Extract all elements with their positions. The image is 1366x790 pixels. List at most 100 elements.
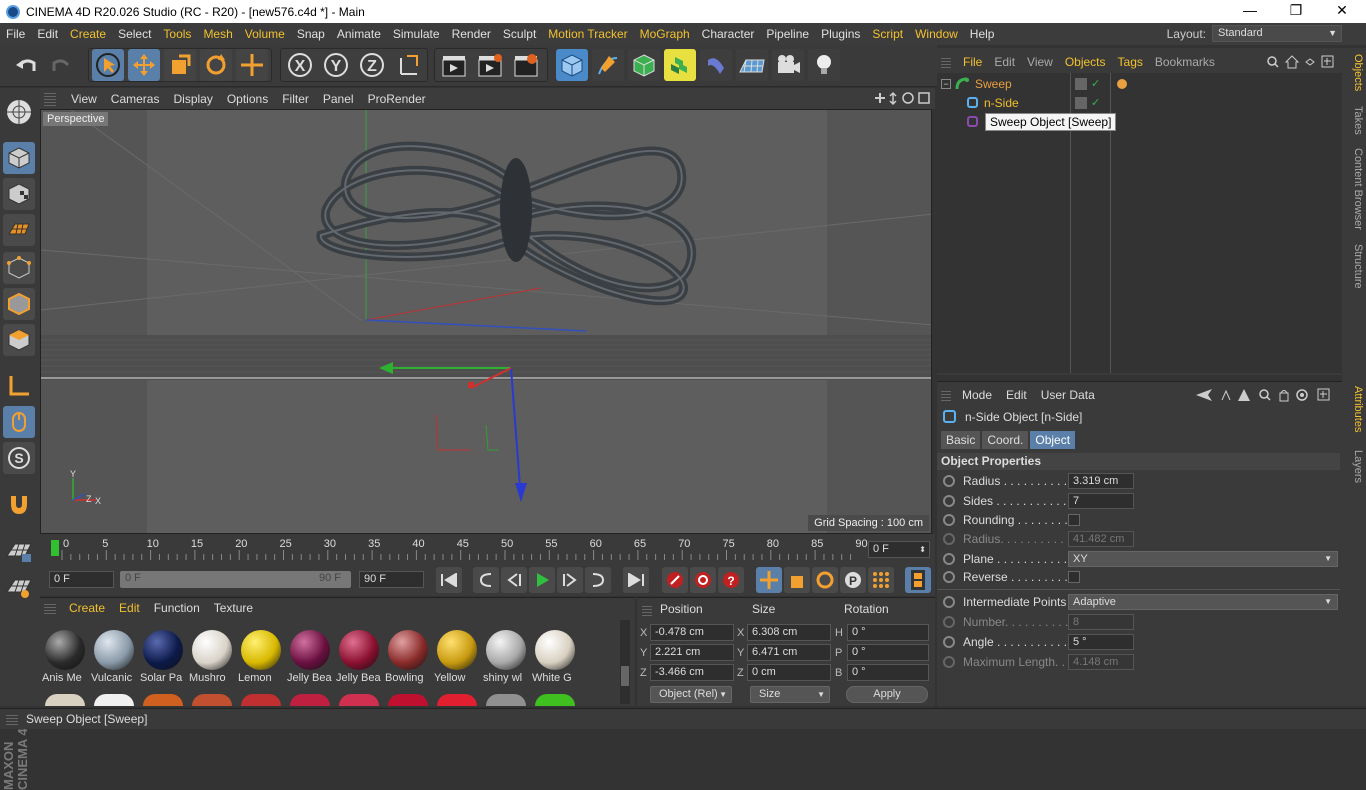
obj-menu-tags[interactable]: Tags [1112, 55, 1149, 69]
scale-tool-button[interactable] [164, 49, 196, 81]
material-swatch[interactable]: Yellow [434, 630, 480, 688]
size-y-field[interactable]: 6.471 cm [747, 644, 831, 661]
attr-menu-user-data[interactable]: User Data [1034, 388, 1102, 402]
material-preview-ball[interactable] [437, 694, 477, 706]
material-preview-ball[interactable] [241, 694, 281, 706]
tab-content-browser[interactable]: Content Browser [1344, 148, 1364, 230]
reverse-checkbox[interactable] [1068, 571, 1080, 583]
menu-character[interactable]: Character [696, 27, 761, 41]
obj-menu-edit[interactable]: Edit [988, 55, 1021, 69]
animate-radio-icon[interactable] [943, 636, 955, 648]
floor-object-button[interactable] [736, 49, 768, 81]
cube-primitive-button[interactable] [556, 49, 588, 81]
material-preview-ball[interactable] [290, 694, 330, 706]
obj-menu-objects[interactable]: Objects [1059, 55, 1112, 69]
vp-menu-filter[interactable]: Filter [275, 92, 316, 106]
scrollbar-thumb[interactable] [621, 666, 629, 686]
visibility-editor-icon[interactable] [1075, 96, 1087, 109]
preview-range-slider[interactable]: 0 F 90 F [120, 571, 351, 588]
angle-field[interactable]: 5 ° [1068, 634, 1134, 650]
previous-frame-button[interactable] [501, 567, 527, 593]
tab-objects[interactable]: Objects [1344, 54, 1364, 91]
last-tool-button[interactable] [236, 49, 268, 81]
animate-radio-icon[interactable] [943, 475, 955, 487]
animate-radio-icon[interactable] [943, 495, 955, 507]
apply-button[interactable]: Apply [846, 686, 928, 703]
restore-button[interactable]: ❐ [1273, 0, 1319, 23]
material-preview-ball[interactable] [192, 694, 232, 706]
tab-attributes[interactable]: Attributes [1344, 386, 1364, 432]
tab-takes[interactable]: Takes [1344, 106, 1364, 135]
material-preview-ball[interactable] [143, 694, 183, 706]
previous-key-button[interactable] [473, 567, 499, 593]
animate-radio-icon[interactable] [943, 596, 955, 608]
obj-menu-view[interactable]: View [1021, 55, 1059, 69]
points-mode-button[interactable] [3, 252, 35, 284]
render-to-picture-viewer-button[interactable] [474, 49, 506, 81]
rot-h-field[interactable]: 0 ° [847, 624, 929, 641]
object-row-nside[interactable]: n-Side ✓ [937, 93, 1342, 112]
key-pla-button[interactable] [868, 567, 894, 593]
expand-toggle-icon[interactable]: − [941, 78, 951, 89]
mat-menu-texture[interactable]: Texture [207, 601, 260, 615]
menu-help[interactable]: Help [964, 27, 1001, 41]
menu-snap[interactable]: Snap [291, 27, 331, 41]
autokeying-button[interactable] [690, 567, 716, 593]
tab-layers[interactable]: Layers [1344, 450, 1364, 483]
menu-create[interactable]: Create [64, 27, 112, 41]
material-swatch[interactable]: Jelly Bea [336, 630, 382, 688]
perspective-viewport[interactable]: Y Z X Perspective Grid Spacing : 100 cm [40, 109, 932, 534]
material-preview-ball[interactable] [94, 694, 134, 706]
rounding-checkbox[interactable] [1068, 514, 1080, 526]
move-tool-button[interactable] [128, 49, 160, 81]
pos-y-field[interactable]: 2.221 cm [650, 644, 734, 661]
attr-menu-edit[interactable]: Edit [999, 388, 1034, 402]
y-axis-lock-button[interactable]: Y [320, 49, 352, 81]
material-preview-ball[interactable] [486, 694, 526, 706]
material-swatch[interactable]: Solar Pa [140, 630, 186, 688]
size-z-field[interactable]: 0 cm [747, 664, 831, 681]
menu-simulate[interactable]: Simulate [387, 27, 446, 41]
rot-p-field[interactable]: 0 ° [847, 644, 929, 661]
timeline-window-button[interactable] [905, 567, 931, 593]
menu-mesh[interactable]: Mesh [197, 27, 238, 41]
viewport-nav-icons[interactable] [871, 91, 931, 106]
cloner-button[interactable] [664, 49, 696, 81]
next-frame-button[interactable] [557, 567, 583, 593]
material-swatch[interactable]: Jelly Bea [287, 630, 333, 688]
phong-tag-icon[interactable] [1117, 78, 1127, 89]
minimize-button[interactable]: — [1227, 0, 1273, 23]
menu-render[interactable]: Render [446, 27, 497, 41]
menu-select[interactable]: Select [112, 27, 157, 41]
go-to-start-button[interactable] [436, 567, 462, 593]
vp-menu-view[interactable]: View [64, 92, 104, 106]
pen-spline-button[interactable] [592, 49, 624, 81]
menu-file[interactable]: File [0, 27, 31, 41]
object-row-sweep[interactable]: − Sweep ✓ [937, 74, 1342, 93]
material-preview-ball[interactable] [45, 694, 85, 706]
mat-menu-create[interactable]: Create [62, 601, 112, 615]
axis-mode-button[interactable] [3, 370, 35, 402]
camera-object-button[interactable] [772, 49, 804, 81]
visibility-editor-icon[interactable] [1075, 77, 1087, 90]
min-time-field[interactable]: 0 F [49, 571, 114, 588]
current-frame-field[interactable]: 0 F ⬍ [868, 541, 930, 558]
z-axis-lock-button[interactable]: Z [356, 49, 388, 81]
pos-x-field[interactable]: -0.478 cm [650, 624, 734, 641]
object-name-sweep[interactable]: Sweep [975, 77, 1012, 91]
x-axis-lock-button[interactable]: X [284, 49, 316, 81]
animate-radio-icon[interactable] [943, 553, 955, 565]
material-preview-ball[interactable] [388, 694, 428, 706]
subdivision-surface-button[interactable] [628, 49, 660, 81]
vp-menu-cameras[interactable]: Cameras [104, 92, 167, 106]
material-swatch[interactable]: shiny wl [483, 630, 529, 688]
keyframe-selection-button[interactable]: ? [718, 567, 744, 593]
menu-edit[interactable]: Edit [31, 27, 64, 41]
enabled-check-icon[interactable]: ✓ [1091, 96, 1100, 109]
max-time-field[interactable]: 90 F [359, 571, 424, 588]
material-swatch[interactable]: Mushro [189, 630, 235, 688]
timeline-ruler[interactable]: 0 F ⬍ [40, 534, 935, 564]
material-swatch[interactable]: Bowling [385, 630, 431, 688]
coord-mode-dropdown[interactable]: Object (Rel) ▼ [650, 686, 732, 703]
play-button[interactable] [529, 567, 555, 593]
